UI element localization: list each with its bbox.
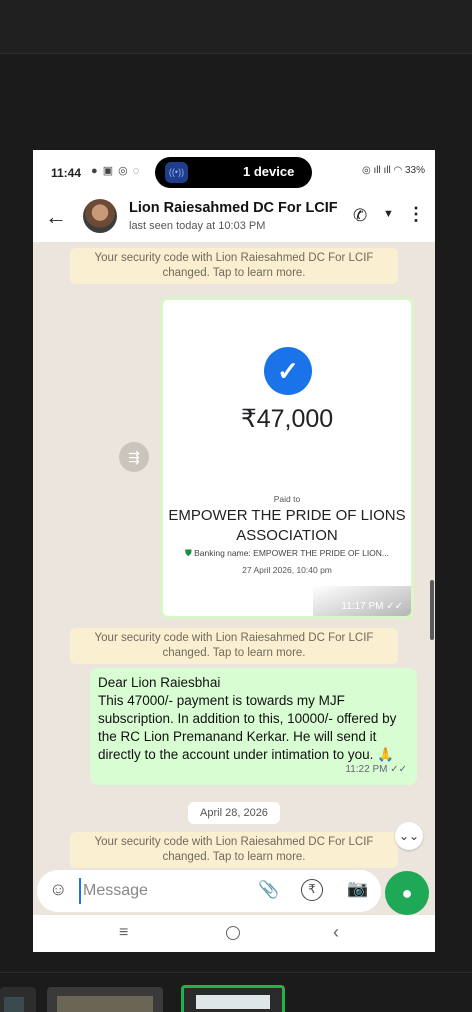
back-arrow-icon[interactable]: ← <box>45 204 67 230</box>
last-seen-status: last seen today at 10:03 PM <box>129 220 266 232</box>
more-options-icon[interactable]: ⋮ <box>407 204 425 225</box>
chat-header: ← Lion Raiesahmed DC For LCIF last seen … <box>33 194 435 242</box>
timestamp-overlay: 11:17 PM ✓✓ <box>313 586 411 616</box>
call-dropdown-icon[interactable]: ▼ <box>383 208 394 220</box>
window-thumbnail[interactable] <box>0 987 36 1012</box>
contact-name[interactable]: Lion Raiesahmed DC For LCIF <box>129 200 338 216</box>
payment-date: 27 April 2026, 10:40 pm <box>242 565 332 575</box>
window-thumbnail[interactable] <box>47 987 163 1012</box>
scroll-to-bottom-icon[interactable]: ⌄⌄ <box>395 822 423 850</box>
scrollbar[interactable] <box>430 580 434 640</box>
checkmark-icon: ✓ <box>264 347 312 395</box>
payment-amount: ₹47,000 <box>240 405 334 433</box>
home-icon[interactable] <box>226 926 240 940</box>
dynamic-island[interactable]: ((•)) 1 device <box>155 157 312 188</box>
date-divider: April 28, 2026 <box>188 802 280 824</box>
recent-apps-icon[interactable]: ≡ <box>119 924 128 942</box>
message-text: Dear Lion Raiesbhai This 47000/- payment… <box>98 675 397 762</box>
message-time: 11:17 PM ✓✓ <box>341 601 403 612</box>
window-taskbar <box>0 972 472 1012</box>
nav-back-icon[interactable]: ‹ <box>333 922 339 943</box>
active-window-thumbnail[interactable] <box>181 985 285 1012</box>
broadcast-icon: ((•)) <box>165 162 188 183</box>
attachment-icon[interactable]: 📎 <box>258 880 279 900</box>
device-count-label: 1 device <box>243 164 295 179</box>
paid-to-label: Paid to <box>273 494 301 504</box>
microphone-icon[interactable]: ● <box>385 871 429 915</box>
security-code-notice[interactable]: Your security code with Lion Raiesahmed … <box>70 832 398 868</box>
payment-receipt-image[interactable]: ✓ ₹47,000 Paid to EMPOWER THE PRIDE OF L… <box>163 300 411 616</box>
banking-name-text: Banking name: EMPOWER THE PRIDE OF LION.… <box>194 548 390 558</box>
security-code-notice[interactable]: Your security code with Lion Raiesahmed … <box>70 248 398 284</box>
shield-icon: ⛊ <box>184 548 192 558</box>
rupee-payment-icon[interactable]: ₹ <box>301 879 323 901</box>
call-icon[interactable]: ✆ <box>353 206 367 226</box>
notification-icons: ● ▣ ◎ ◌ <box>91 165 141 177</box>
security-code-notice[interactable]: Your security code with Lion Raiesahmed … <box>70 628 398 664</box>
chat-area[interactable]: Your security code with Lion Raiesahmed … <box>33 242 435 915</box>
camera-icon[interactable]: 📷 <box>347 879 368 899</box>
phone-screen: 11:44 ● ▣ ◎ ◌ ((•)) 1 device ◎ ıll ıll ◠… <box>33 150 435 952</box>
desktop-top-bar <box>0 0 472 54</box>
message-composer: ☺ 📎 ₹ 📷 <box>37 870 381 912</box>
contact-avatar[interactable] <box>83 199 117 233</box>
message-input[interactable] <box>79 878 239 904</box>
payee-name: EMPOWER THE PRIDE OF LIONS ASSOCIATION <box>168 507 406 544</box>
payment-message-bubble[interactable]: ✓ ₹47,000 Paid to EMPOWER THE PRIDE OF L… <box>160 297 414 619</box>
status-time: 11:44 <box>51 166 82 180</box>
android-nav-bar: ≡ ‹ <box>33 915 435 952</box>
message-time: 11:22 PM ✓✓ <box>345 764 407 775</box>
status-bar: 11:44 ● ▣ ◎ ◌ ((•)) 1 device ◎ ıll ıll ◠… <box>33 150 435 194</box>
battery-signal-status: ◎ ıll ıll ◠ 33% <box>361 165 425 176</box>
outgoing-message-bubble[interactable]: Dear Lion Raiesbhai This 47000/- payment… <box>90 668 417 785</box>
sticker-icon[interactable]: ☺ <box>49 879 67 900</box>
banking-name: ⛊ Banking name: EMPOWER THE PRIDE OF LIO… <box>163 548 411 559</box>
forward-icon[interactable]: ⇶ <box>119 442 149 472</box>
